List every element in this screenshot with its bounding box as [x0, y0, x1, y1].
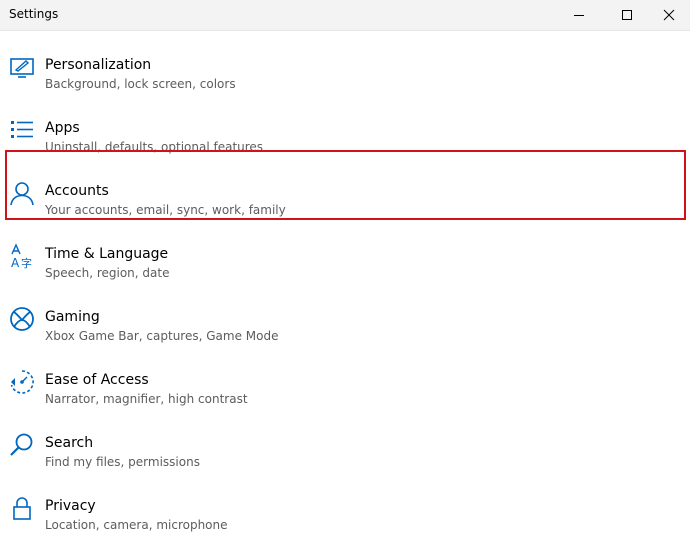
personalization-icon — [10, 58, 34, 78]
window-title: Settings — [9, 7, 59, 21]
xbox-icon — [10, 307, 34, 331]
minimize-button[interactable] — [556, 0, 602, 30]
category-description: Location, camera, microphone — [45, 518, 228, 532]
category-description: Background, lock screen, colors — [45, 77, 236, 91]
category-description: Xbox Game Bar, captures, Game Mode — [45, 329, 279, 343]
lock-icon — [13, 497, 31, 520]
close-button[interactable] — [646, 0, 690, 30]
category-label: Gaming — [45, 309, 100, 325]
category-label: Time & Language — [45, 246, 169, 262]
category-description: Speech, region, date — [45, 266, 170, 280]
search-icon — [10, 433, 33, 456]
minimize-icon — [574, 15, 584, 16]
category-privacy[interactable]: Privacy Location, camera, microphone — [0, 482, 690, 545]
category-personalization[interactable]: Personalization Background, lock screen,… — [0, 41, 690, 104]
category-label: Personalization — [45, 57, 152, 73]
svg-text:A: A — [11, 256, 20, 269]
svg-text:字: 字 — [21, 256, 32, 269]
category-label: Ease of Access — [45, 372, 149, 388]
title-bar: Settings — [0, 0, 690, 31]
category-search[interactable]: Search Find my files, permissions — [0, 419, 690, 482]
category-gaming[interactable]: Gaming Xbox Game Bar, captures, Game Mod… — [0, 293, 690, 356]
category-label: Apps — [45, 120, 80, 136]
ease-of-access-icon — [10, 370, 34, 394]
category-description: Narrator, magnifier, high contrast — [45, 392, 248, 406]
apps-icon — [11, 121, 33, 138]
time-language-icon: A 字 — [11, 243, 32, 269]
category-ease-of-access[interactable]: Ease of Access Narrator, magnifier, high… — [0, 356, 690, 419]
close-icon — [663, 9, 675, 21]
category-label: Privacy — [45, 498, 96, 514]
maximize-icon — [622, 10, 632, 20]
category-description: Find my files, permissions — [45, 455, 200, 469]
category-label: Search — [45, 435, 94, 451]
accounts-highlight-box — [5, 150, 686, 220]
category-time-language[interactable]: A 字 Time & Language Speech, region, date — [0, 230, 690, 293]
maximize-button[interactable] — [604, 0, 650, 30]
